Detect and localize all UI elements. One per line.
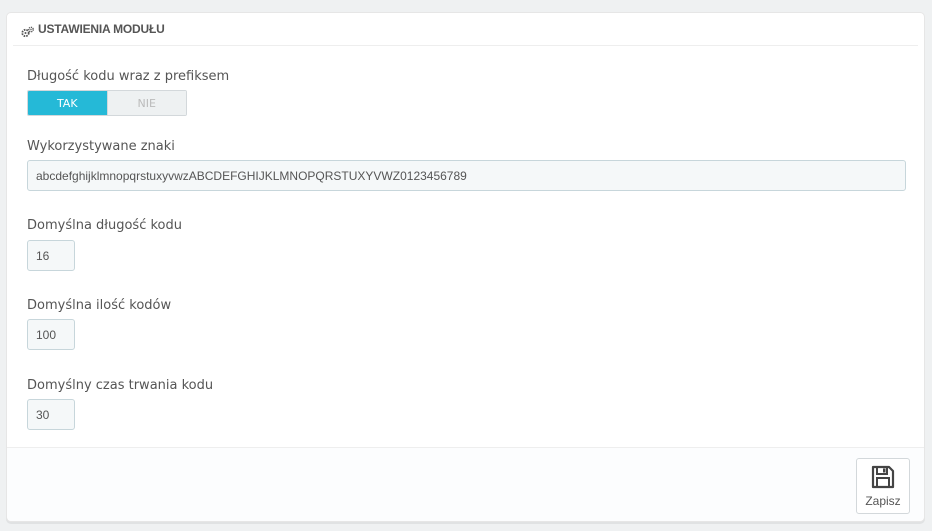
characters-input[interactable]: abcdefghijklmnopqrstuxyvwzABCDEFGHIJKLMN… (27, 160, 906, 191)
panel-footer: Zapisz (7, 447, 924, 521)
module-settings-panel: USTAWIENIA MODUŁU Długość kodu wraz z pr… (6, 12, 925, 522)
default-length-input[interactable]: 16 (27, 240, 75, 271)
panel-heading: USTAWIENIA MODUŁU (13, 13, 918, 46)
save-button-label: Zapisz (865, 494, 901, 508)
panel-title: USTAWIENIA MODUŁU (38, 22, 165, 36)
default-duration-label: Domyślny czas trwania kodu (27, 378, 214, 393)
characters-label: Wykorzystywane znaki (27, 139, 175, 154)
cogs-icon (21, 23, 34, 38)
prefix-length-label: Długość kodu wraz z prefiksem (27, 69, 230, 84)
default-duration-input[interactable]: 30 (27, 399, 75, 430)
default-length-label: Domyślna długość kodu (27, 218, 182, 233)
save-icon (870, 464, 896, 490)
switch-option-no[interactable]: NIE (106, 91, 186, 115)
default-count-label: Domyślna ilość kodów (27, 298, 172, 313)
prefix-length-switch[interactable]: TAK NIE (27, 90, 187, 116)
default-count-input[interactable]: 100 (27, 319, 75, 350)
save-button[interactable]: Zapisz (856, 458, 910, 514)
switch-option-yes[interactable]: TAK (28, 91, 107, 115)
